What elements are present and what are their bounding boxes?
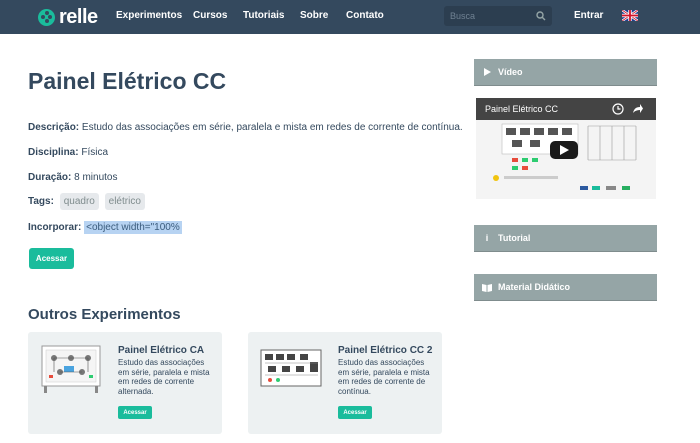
page-title: Painel Elétrico CC <box>28 68 227 94</box>
uk-flag-icon[interactable] <box>622 10 638 21</box>
card-access-button[interactable]: Acessar <box>118 406 152 419</box>
material-panel-label: Material Didático <box>498 282 571 292</box>
nav-cursos[interactable]: Cursos <box>193 10 227 21</box>
description-label: Descrição: <box>28 122 80 133</box>
description-field: Descrição: Estudo das associações em sér… <box>28 122 463 133</box>
panel-divider <box>474 300 657 301</box>
experiment-card-ca[interactable]: Painel Elétrico CA Estudo das associaçõe… <box>28 332 222 434</box>
search-input[interactable] <box>444 6 534 26</box>
panel-divider <box>474 251 657 252</box>
material-panel-header[interactable]: Material Didático <box>474 274 657 300</box>
search-icon[interactable] <box>535 10 547 22</box>
other-experiments-title: Outros Experimentos <box>28 306 181 323</box>
tag-quadro[interactable]: quadro <box>59 193 99 210</box>
logo-mark-icon <box>38 8 55 26</box>
tags-field: Tags: quadro elétrico <box>28 193 145 210</box>
video-player[interactable]: Painel Elétrico CC <box>476 98 656 199</box>
nav-tutoriais[interactable]: Tutoriais <box>243 10 284 21</box>
embed-field: Incorporar: <object width="100% <box>28 221 182 234</box>
duration-field: Duração: 8 minutos <box>28 172 118 183</box>
tag-eletrico[interactable]: elétrico <box>104 193 145 210</box>
card-description: Estudo das associações em série, paralel… <box>338 358 430 396</box>
access-button[interactable]: Acessar <box>29 248 74 269</box>
discipline-value: Física <box>81 147 109 158</box>
tutorial-panel-label: Tutorial <box>498 233 531 243</box>
embed-label: Incorporar: <box>28 222 82 233</box>
experiment-thumbnail[interactable] <box>260 344 322 394</box>
video-panel-header[interactable]: Vídeo <box>474 59 657 85</box>
tags-label: Tags: <box>28 196 54 207</box>
embed-code[interactable]: <object width="100% <box>84 221 182 234</box>
nav-sobre[interactable]: Sobre <box>300 10 328 21</box>
experiment-thumbnail[interactable] <box>40 344 102 394</box>
video-title[interactable]: Painel Elétrico CC <box>485 104 558 114</box>
experiment-card-cc2[interactable]: Painel Elétrico CC 2 Estudo das associaç… <box>248 332 442 434</box>
nav-contato[interactable]: Contato <box>346 10 384 21</box>
description-text: Estudo das associações em série, paralel… <box>81 122 463 133</box>
nav-experimentos[interactable]: Experimentos <box>116 10 182 21</box>
logo-text: relle <box>59 6 98 28</box>
clock-icon[interactable] <box>612 103 624 115</box>
duration-value: 8 minutos <box>74 172 118 183</box>
login-link[interactable]: Entrar <box>574 10 603 21</box>
discipline-label: Disciplina: <box>28 147 79 158</box>
card-title[interactable]: Painel Elétrico CC 2 <box>338 345 432 356</box>
video-title-bar: Painel Elétrico CC <box>476 98 656 120</box>
video-panel-label: Vídeo <box>498 67 523 77</box>
card-title[interactable]: Painel Elétrico CA <box>118 345 204 356</box>
info-icon: i <box>485 233 489 243</box>
panel-divider <box>474 85 657 86</box>
search-box <box>444 6 552 26</box>
duration-label: Duração: <box>28 172 72 183</box>
book-icon <box>482 283 492 292</box>
play-icon <box>559 145 569 155</box>
card-description: Estudo das associações em série, paralel… <box>118 358 210 396</box>
share-icon[interactable] <box>632 103 644 115</box>
tutorial-panel-header[interactable]: i Tutorial <box>474 225 657 251</box>
play-icon <box>482 68 492 76</box>
discipline-field: Disciplina: Física <box>28 147 108 158</box>
logo[interactable]: relle <box>38 7 98 27</box>
play-button[interactable] <box>550 141 578 159</box>
card-access-button[interactable]: Acessar <box>338 406 372 419</box>
navbar: relle Experimentos Cursos Tutoriais Sobr… <box>0 0 700 34</box>
